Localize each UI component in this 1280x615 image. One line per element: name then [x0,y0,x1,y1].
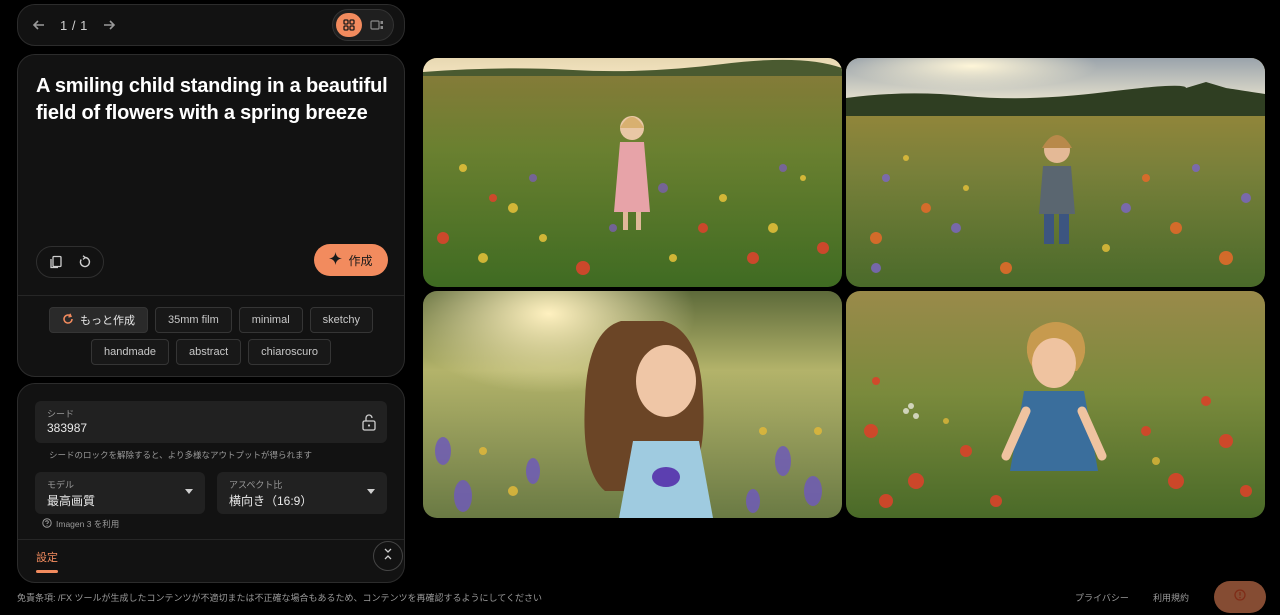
view-toggle [332,9,394,41]
disclaimer-text: 免責条項: /FX ツールが生成したコンテンツが不適切または不正確な場合もあるた… [17,593,542,603]
aspect-ratio-select[interactable]: アスペクト比 横向き（16:9） [217,472,387,514]
create-button[interactable]: 作成 [314,244,388,276]
privacy-link[interactable]: プライバシー [1075,591,1129,604]
arrow-left-icon[interactable] [28,14,50,36]
model-select[interactable]: モデル 最高画質 [35,472,205,514]
arrow-right-icon[interactable] [98,14,120,36]
page-counter: 1 / 1 [60,17,88,33]
generated-image-1[interactable] [423,58,842,287]
model-label: モデル [47,480,75,490]
collapse-icon [383,547,393,565]
more-create-chip[interactable]: もっと作成 [49,307,149,333]
prompt-panel: A smiling child standing in a beautiful … [17,54,405,377]
sparkle-icon [329,252,343,268]
single-view-icon[interactable] [364,13,390,37]
style-chip-minimal[interactable]: minimal [238,307,303,333]
terms-link[interactable]: 利用規約 [1153,591,1189,604]
imagen-note-text: Imagen 3 を利用 [56,519,120,529]
chip-label: もっと作成 [80,315,136,327]
seed-value[interactable]: 383987 [47,421,87,435]
model-value: 最高画質 [47,494,96,508]
generated-image-3[interactable] [423,291,842,518]
generated-image-2[interactable] [846,58,1265,287]
seed-field[interactable]: シード 383987 [35,401,387,443]
help-icon[interactable] [42,518,52,530]
style-chip-handmade[interactable]: handmade [91,339,169,365]
copy-icon[interactable] [44,250,68,274]
style-chip-sketchy[interactable]: sketchy [309,307,373,333]
tab-underline [36,570,58,573]
style-chip-chiaroscuro[interactable]: chiaroscuro [248,339,331,365]
create-label: 作成 [348,253,373,268]
style-chip-abstract[interactable]: abstract [176,339,242,365]
tab-settings[interactable]: 設定 [36,549,58,565]
prompt-actions [36,246,104,278]
generated-image-4[interactable] [846,291,1265,518]
pager-bar: 1 / 1 [17,4,405,46]
refresh-icon [62,313,74,328]
chevron-down-icon [367,489,375,494]
unlock-icon[interactable] [361,413,377,436]
divider [18,295,404,296]
style-chips-row-1: もっと作成 35mm film minimal sketchy [18,307,404,333]
prompt-text[interactable]: A smiling child standing in a beautiful … [36,73,392,127]
divider [18,539,404,540]
settings-panel: シード 383987 シードのロックを解除すると、より多様なアウトプットが得られ… [17,383,405,583]
reset-icon[interactable] [73,250,97,274]
feedback-button[interactable] [1214,581,1266,613]
seed-label: シード [47,409,75,419]
alert-icon [1234,588,1246,606]
style-chips-row-2: handmade abstract chiaroscuro [18,339,404,365]
aspect-value: 横向き（16:9） [229,494,313,508]
style-chip-35mm[interactable]: 35mm film [155,307,232,333]
imagen-note: Imagen 3 を利用 [42,518,119,530]
chevron-down-icon [185,489,193,494]
collapse-button[interactable] [373,541,403,571]
grid-view-icon[interactable] [336,13,362,37]
aspect-label: アスペクト比 [229,480,283,490]
seed-hint: シードのロックを解除すると、より多様なアウトプットが得られます [49,450,312,460]
